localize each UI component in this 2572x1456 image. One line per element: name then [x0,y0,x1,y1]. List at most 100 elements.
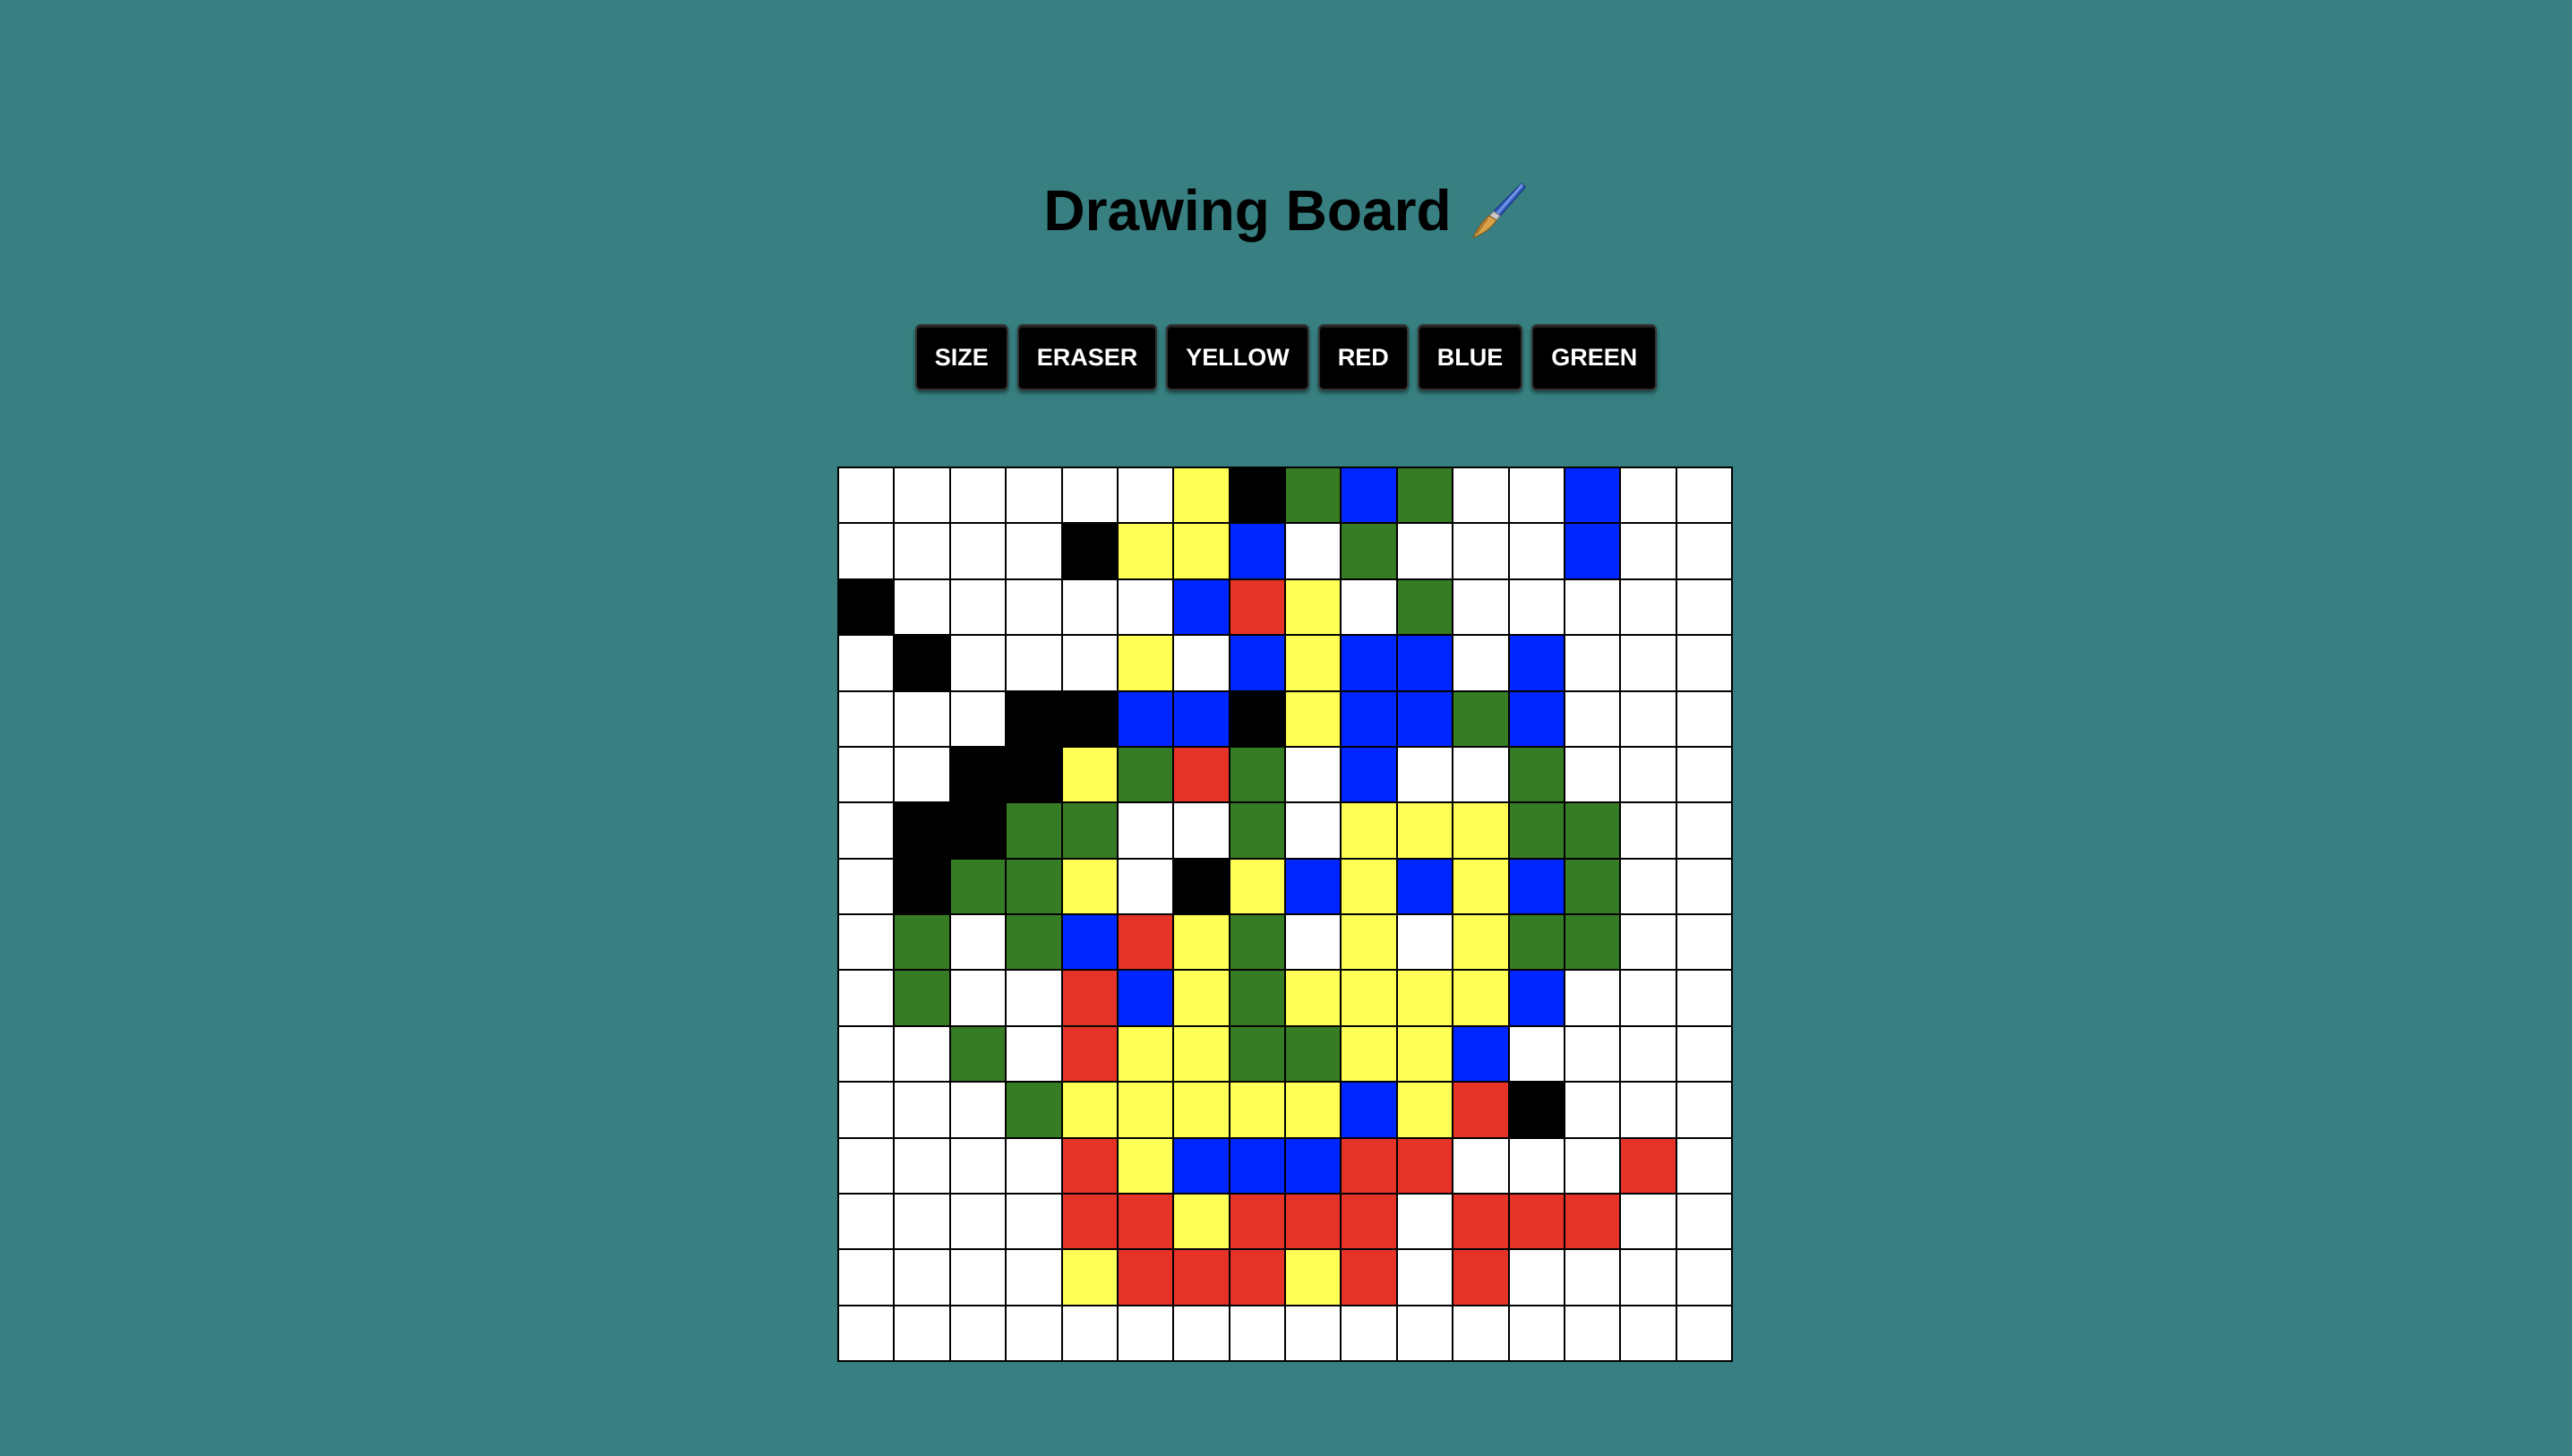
grid-cell[interactable] [1118,1306,1173,1360]
grid-cell[interactable] [1286,1026,1341,1082]
grid-cell[interactable] [1062,971,1117,1025]
grid-cell[interactable] [1453,915,1508,970]
grid-cell[interactable] [1007,1306,1061,1360]
grid-cell[interactable] [1397,1138,1453,1193]
grid-cell[interactable] [1007,1194,1061,1249]
grid-cell[interactable] [1174,1026,1229,1082]
grid-cell[interactable] [1397,1306,1453,1360]
grid-cell[interactable] [1007,1138,1061,1193]
grid-cell[interactable] [1062,691,1117,746]
grid-cell[interactable] [1174,579,1229,635]
grid-cell[interactable] [1286,1083,1341,1137]
grid-cell[interactable] [839,468,894,523]
grid-cell[interactable] [1565,468,1620,523]
grid-cell[interactable] [895,1026,949,1082]
grid-cell[interactable] [839,579,894,635]
grid-cell[interactable] [1397,1083,1453,1137]
grid-cell[interactable] [1174,747,1229,802]
grid-cell[interactable] [1230,691,1284,746]
grid-cell[interactable] [839,1138,894,1193]
grid-cell[interactable] [1286,636,1341,690]
grid-cell[interactable] [1174,915,1229,970]
grid-cell[interactable] [1342,915,1396,970]
grid-cell[interactable] [1342,636,1396,690]
grid-cell[interactable] [1565,1026,1620,1082]
grid-cell[interactable] [1453,1250,1508,1305]
grid-cell[interactable] [895,859,949,913]
grid-cell[interactable] [950,747,1006,802]
grid-cell[interactable] [1621,803,1676,858]
grid-cell[interactable] [1676,859,1731,913]
grid-cell[interactable] [1565,579,1620,635]
grid-cell[interactable] [950,579,1006,635]
grid-cell[interactable] [1397,1026,1453,1082]
grid-cell[interactable] [1621,1083,1676,1137]
grid-cell[interactable] [1118,579,1173,635]
grid-cell[interactable] [1565,859,1620,913]
grid-cell[interactable] [1118,524,1173,578]
grid-cell[interactable] [1676,1083,1731,1137]
grid-cell[interactable] [950,1026,1006,1082]
grid-cell[interactable] [1342,971,1396,1025]
grid-cell[interactable] [1118,1250,1173,1305]
green-button[interactable]: GREEN [1531,324,1658,390]
grid-cell[interactable] [1230,1194,1284,1249]
grid-cell[interactable] [1286,915,1341,970]
grid-cell[interactable] [1621,1250,1676,1305]
grid-cell[interactable] [1509,915,1564,970]
grid-cell[interactable] [839,691,894,746]
grid-cell[interactable] [1230,803,1284,858]
grid-cell[interactable] [1453,579,1508,635]
grid-cell[interactable] [1342,1083,1396,1137]
grid-cell[interactable] [1118,636,1173,690]
grid-cell[interactable] [1342,524,1396,578]
grid-cell[interactable] [1621,579,1676,635]
grid-cell[interactable] [1565,1194,1620,1249]
grid-cell[interactable] [1453,468,1508,523]
grid-cell[interactable] [1118,747,1173,802]
grid-cell[interactable] [1230,1083,1284,1137]
grid-cell[interactable] [1397,1250,1453,1305]
grid-cell[interactable] [1286,971,1341,1025]
grid-cell[interactable] [1621,524,1676,578]
grid-cell[interactable] [1397,691,1453,746]
grid-cell[interactable] [1007,859,1061,913]
grid-cell[interactable] [1621,691,1676,746]
grid-cell[interactable] [895,579,949,635]
grid-cell[interactable] [1174,1138,1229,1193]
grid-cell[interactable] [1062,1138,1117,1193]
grid-cell[interactable] [1509,524,1564,578]
grid-cell[interactable] [1397,747,1453,802]
grid-cell[interactable] [950,1306,1006,1360]
grid-cell[interactable] [1565,803,1620,858]
grid-cell[interactable] [1286,859,1341,913]
grid-cell[interactable] [950,1194,1006,1249]
grid-cell[interactable] [1062,1306,1117,1360]
grid-cell[interactable] [839,747,894,802]
grid-cell[interactable] [1397,1194,1453,1249]
grid-cell[interactable] [1565,1083,1620,1137]
grid-cell[interactable] [1676,1026,1731,1082]
grid-cell[interactable] [1509,1083,1564,1137]
grid-cell[interactable] [1342,1194,1396,1249]
grid-cell[interactable] [1286,1194,1341,1249]
grid-cell[interactable] [1007,971,1061,1025]
grid-cell[interactable] [1676,747,1731,802]
grid-cell[interactable] [950,859,1006,913]
grid-cell[interactable] [1230,1138,1284,1193]
grid-cell[interactable] [1118,468,1173,523]
grid-cell[interactable] [1676,1306,1731,1360]
grid-cell[interactable] [1397,468,1453,523]
grid-cell[interactable] [1118,1138,1173,1193]
red-button[interactable]: RED [1317,324,1409,390]
grid-cell[interactable] [950,636,1006,690]
grid-cell[interactable] [1286,1306,1341,1360]
grid-cell[interactable] [1230,971,1284,1025]
grid-cell[interactable] [1397,971,1453,1025]
grid-cell[interactable] [1676,524,1731,578]
grid-cell[interactable] [1230,636,1284,690]
grid-cell[interactable] [950,971,1006,1025]
grid-cell[interactable] [1174,1306,1229,1360]
yellow-button[interactable]: YELLOW [1166,324,1309,390]
grid-cell[interactable] [1453,1138,1508,1193]
